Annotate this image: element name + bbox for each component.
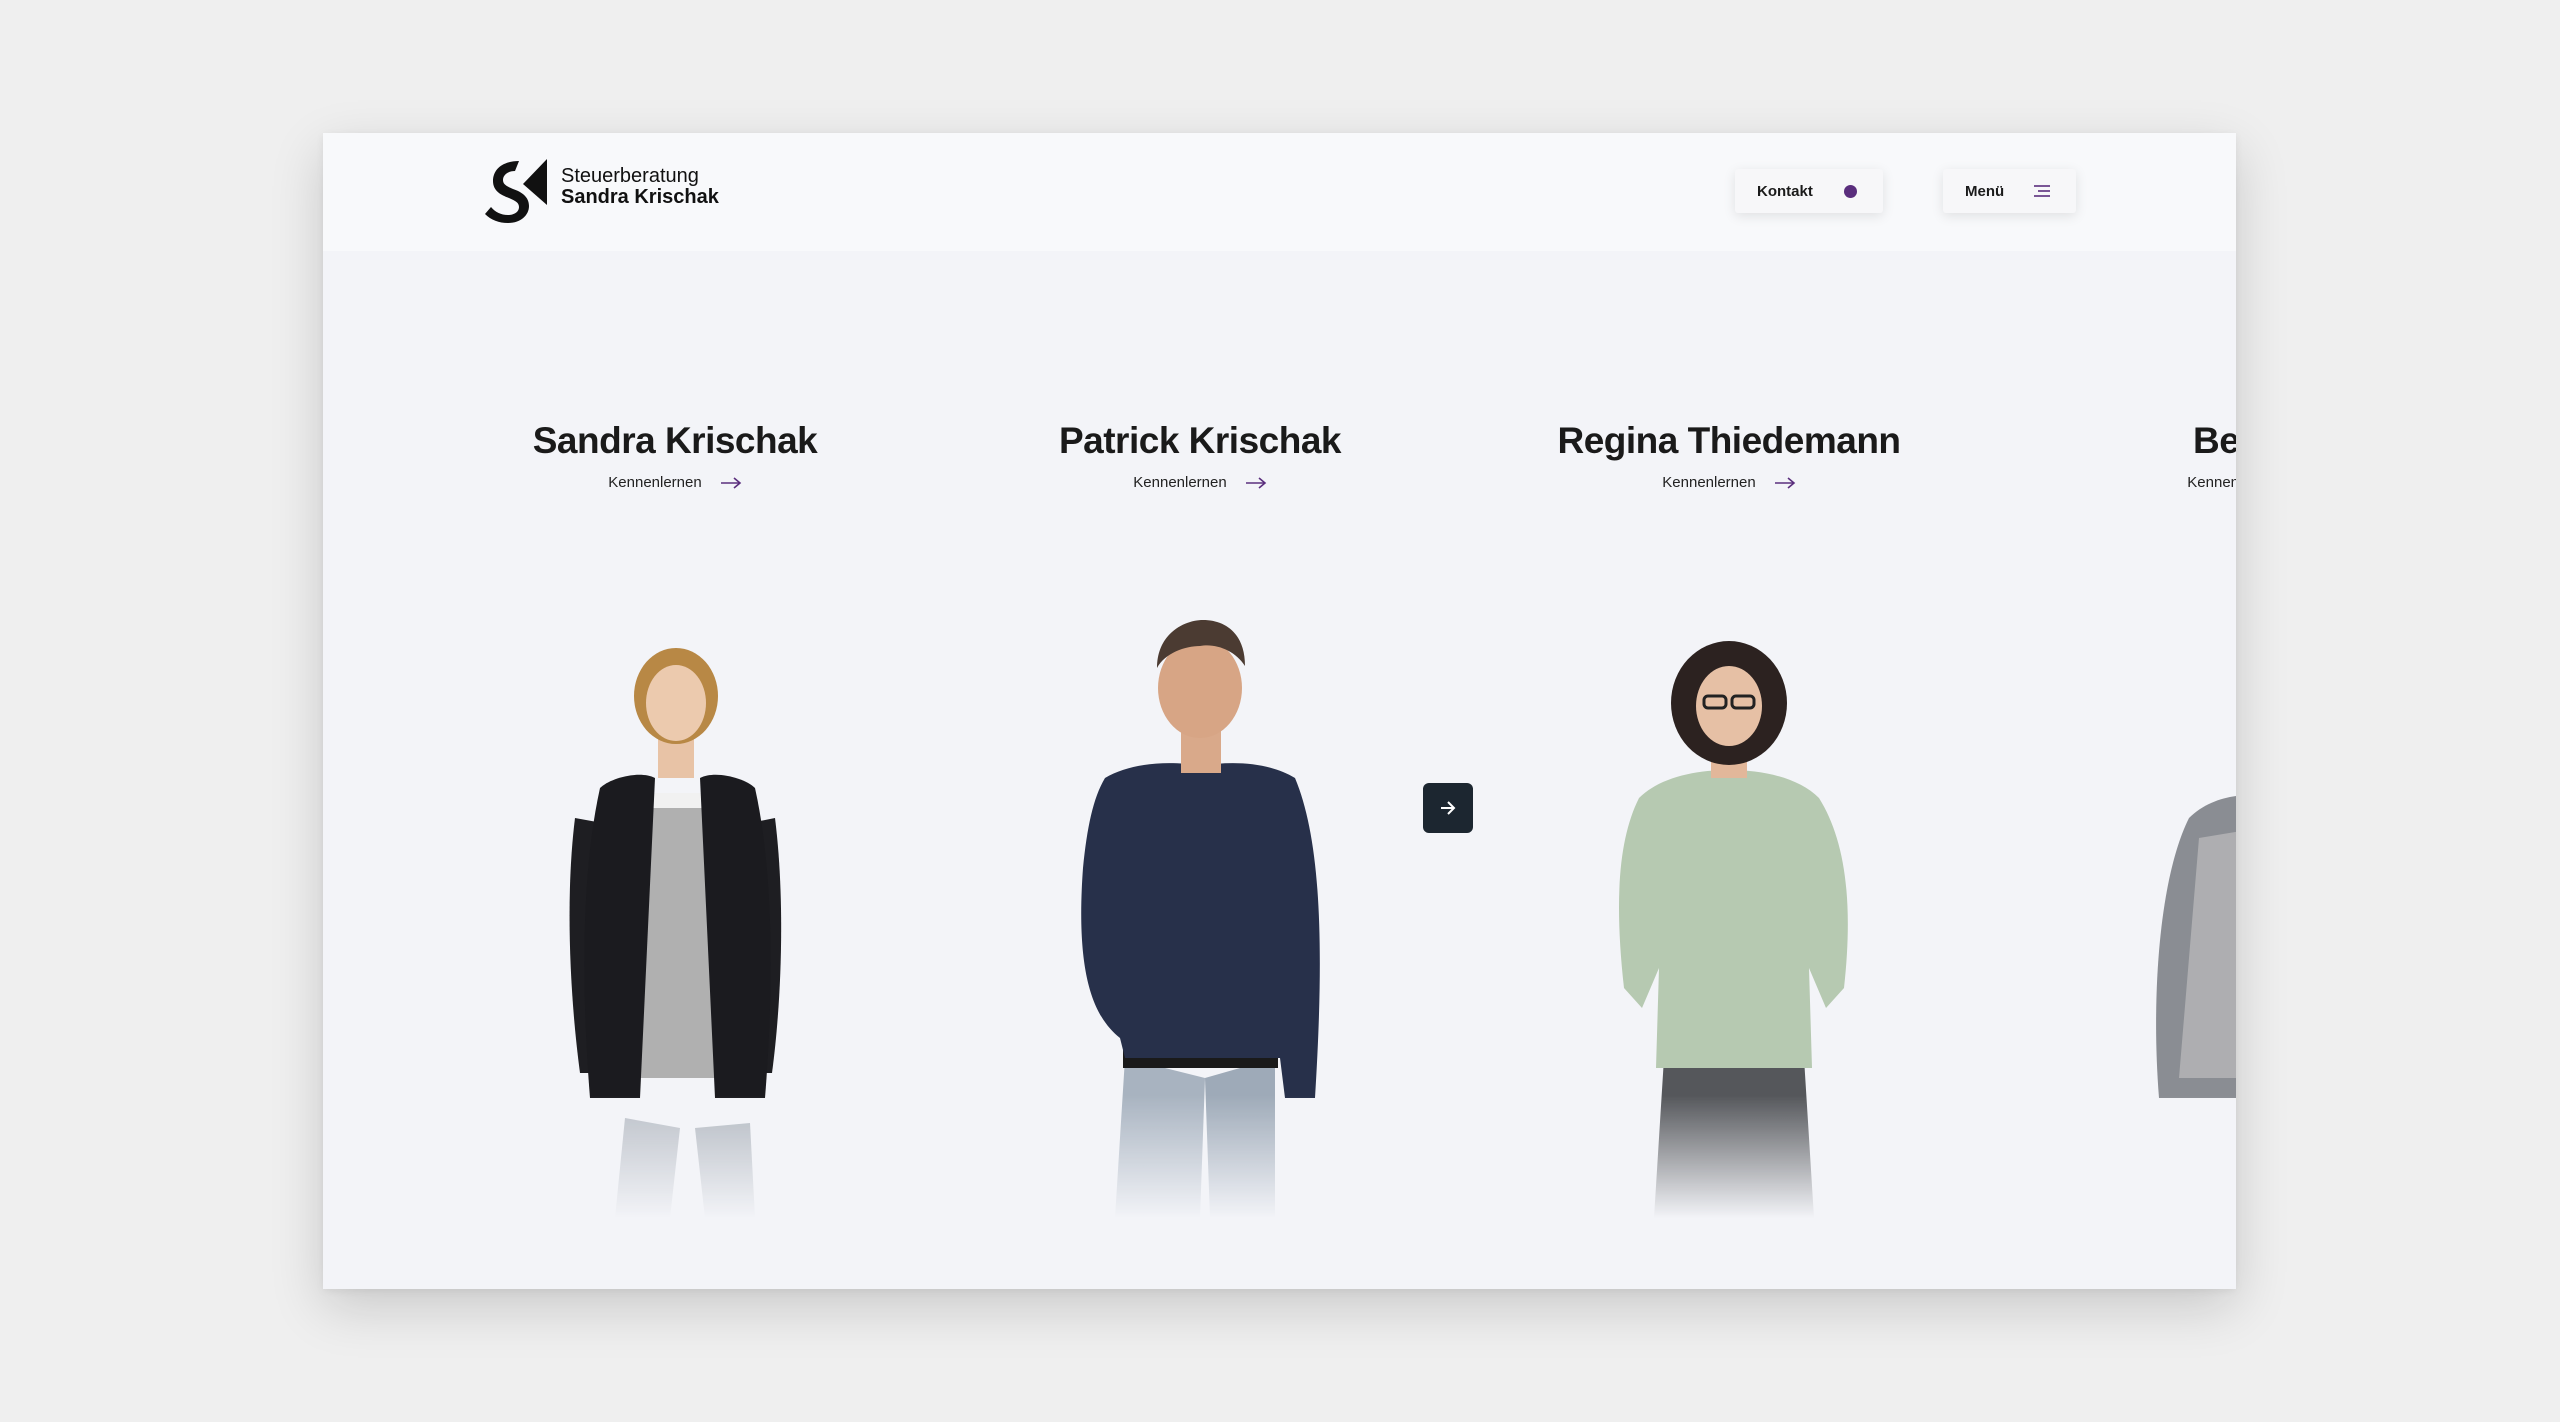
purple-dot-icon xyxy=(1844,185,1857,198)
kennenlernen-link[interactable]: Kennenlernen xyxy=(1469,474,1989,491)
member-name: Sandra Krischak xyxy=(532,420,818,461)
menu-label: Menü xyxy=(1965,182,2005,200)
brand-line-1: Steuerberatung xyxy=(561,165,699,187)
kennenlernen-label: Kennenlernen xyxy=(608,474,702,491)
menu-button[interactable]: Menü xyxy=(1943,169,2076,213)
brand-line-2: Sandra Krischak xyxy=(561,186,719,208)
member-name: Patrick Krischak xyxy=(1058,420,1342,461)
arrow-right-icon xyxy=(720,476,741,489)
kontakt-button[interactable]: Kontakt xyxy=(1735,169,1883,213)
member-photo xyxy=(569,648,782,1218)
kennenlernen-link[interactable]: Kennenlernen xyxy=(415,474,935,491)
kennenlernen-label: Kennenlernen xyxy=(1133,474,1227,491)
member-photo xyxy=(2156,795,2236,1098)
member-name: Regina Thiedemann xyxy=(1557,420,1901,461)
kennenlernen-label: Kennenlernen xyxy=(2187,474,2236,491)
arrow-right-icon xyxy=(1245,476,1266,489)
arrow-right-icon xyxy=(1774,476,1795,489)
member-name: Bettina xyxy=(2193,420,2236,461)
browser-window: Steuerberatung Sandra Krischak Kontakt M… xyxy=(323,133,2236,1289)
brand-name[interactable]: Steuerberatung Sandra Krischak xyxy=(561,166,719,208)
arrow-right-icon xyxy=(1441,801,1456,815)
kennenlernen-link[interactable]: Kennenlernen xyxy=(1994,474,2236,491)
hamburger-icon xyxy=(2034,185,2050,197)
carousel-next-button[interactable] xyxy=(1423,783,1473,833)
kontakt-label: Kontakt xyxy=(1757,182,1813,200)
member-photo xyxy=(1619,641,1848,1218)
member-photo xyxy=(1081,620,1320,1218)
kennenlernen-link[interactable]: Kennenlernen xyxy=(940,474,1460,491)
kennenlernen-label: Kennenlernen xyxy=(1662,474,1756,491)
site-header: Steuerberatung Sandra Krischak Kontakt M… xyxy=(323,133,2236,251)
sk-monogram-logo[interactable] xyxy=(483,157,549,223)
